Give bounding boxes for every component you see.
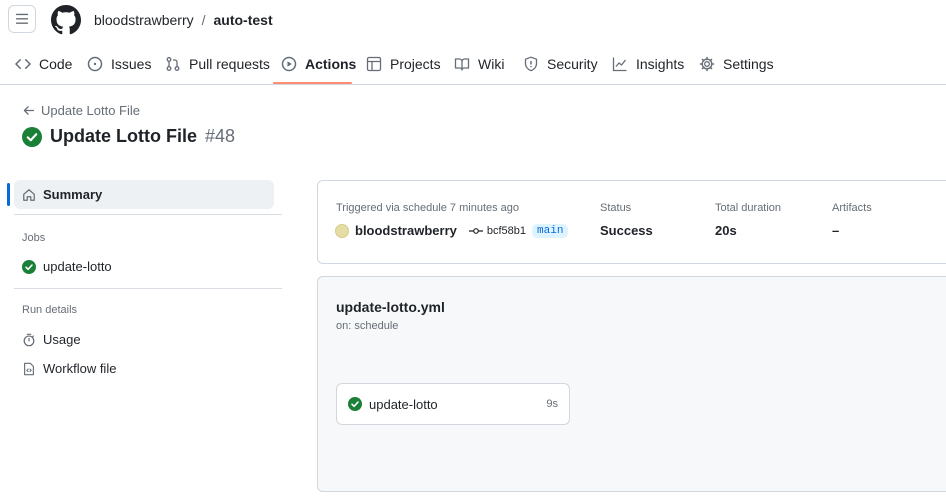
artifacts-label: Artifacts <box>832 202 872 214</box>
status-value: Success <box>600 223 653 238</box>
sidebar-item-update-lotto[interactable]: update-lotto <box>22 259 112 274</box>
avatar[interactable] <box>335 223 349 238</box>
artifacts-value: – <box>832 223 840 238</box>
arrow-left-icon <box>23 106 35 115</box>
tab-settings[interactable]: Settings <box>699 42 774 85</box>
check-circle-fill-icon <box>22 259 36 274</box>
graph-icon <box>612 57 627 71</box>
sidebar-divider <box>14 288 282 289</box>
back-link-label: Update Lotto File <box>41 103 141 118</box>
tab-projects[interactable]: Projects <box>366 42 441 85</box>
tab-wiki[interactable]: Wiki <box>454 42 504 85</box>
sidebar-job-label: update-lotto <box>43 259 112 274</box>
sidebar-workflow-file-label: Workflow file <box>43 361 117 376</box>
tab-insights[interactable]: Insights <box>612 42 684 85</box>
commit-link[interactable]: bcf58b1 <box>468 224 527 237</box>
tab-code-label: Code <box>39 55 73 72</box>
hamburger-icon <box>15 13 29 24</box>
stopwatch-icon <box>23 333 35 346</box>
issue-opened-icon <box>87 56 103 71</box>
check-circle-fill-icon <box>348 397 362 411</box>
sidebar-usage-label: Usage <box>43 332 81 347</box>
tab-projects-label: Projects <box>390 55 441 72</box>
code-icon <box>15 58 31 69</box>
repo-breadcrumb: bloodstrawberry / auto-test <box>94 12 273 28</box>
gear-icon <box>699 56 715 71</box>
trigger-user-link[interactable]: bloodstrawberry <box>355 223 457 238</box>
tab-security[interactable]: Security <box>523 42 598 85</box>
tab-code[interactable]: Code <box>15 42 72 85</box>
workflow-graph-card: update-lotto.yml on: schedule update-lot… <box>317 276 946 492</box>
commit-sha: bcf58b1 <box>486 224 527 237</box>
table-icon <box>366 56 382 71</box>
sidebar-run-details-heading: Run details <box>22 304 78 316</box>
duration-label: Total duration <box>715 202 782 214</box>
check-circle-fill-icon <box>22 126 42 147</box>
repo-nav-tabs: Code Issues Pull requests Actions Projec… <box>0 42 946 85</box>
git-commit-icon <box>468 227 483 234</box>
trigger-text: Triggered via schedule 7 minutes ago <box>336 202 520 214</box>
tab-pull-requests[interactable]: Pull requests <box>165 42 270 85</box>
home-icon <box>23 188 35 201</box>
workflow-file-name: update-lotto.yml <box>336 299 445 315</box>
sidebar-item-summary[interactable]: Summary <box>14 180 274 209</box>
tab-actions-label: Actions <box>305 55 357 72</box>
duration-value[interactable]: 20s <box>715 223 737 238</box>
tab-wiki-label: Wiki <box>478 55 505 72</box>
breadcrumb-separator: / <box>201 12 206 28</box>
tab-security-label: Security <box>547 55 598 72</box>
tab-issues[interactable]: Issues <box>87 42 151 85</box>
shield-icon <box>524 56 538 71</box>
sidebar-summary-label: Summary <box>43 187 103 202</box>
tab-pull-requests-label: Pull requests <box>189 55 270 72</box>
workflow-trigger: on: schedule <box>336 320 399 332</box>
sidebar-item-usage[interactable]: Usage <box>22 332 81 347</box>
job-node-duration: 9s <box>546 398 558 410</box>
tab-issues-label: Issues <box>111 55 152 72</box>
owner-link[interactable]: bloodstrawberry <box>94 12 194 28</box>
top-bar: bloodstrawberry / auto-test <box>0 0 946 42</box>
hamburger-menu-button[interactable] <box>8 5 36 33</box>
run-number: #48 <box>205 126 236 146</box>
tab-actions[interactable]: Actions <box>281 42 356 85</box>
job-node-name: update-lotto <box>369 396 438 412</box>
run-title: Update Lotto File #48 <box>22 126 235 147</box>
git-pull-request-icon <box>166 56 180 71</box>
status-label: Status <box>600 202 632 214</box>
branch-badge[interactable]: main <box>532 223 569 238</box>
sidebar-item-workflow-file[interactable]: Workflow file <box>22 361 116 376</box>
sidebar-jobs-heading: Jobs <box>22 232 46 244</box>
job-node-update-lotto[interactable]: update-lotto 9s <box>336 383 570 425</box>
github-logo-icon[interactable] <box>51 5 81 35</box>
sidebar-divider <box>14 214 282 215</box>
repo-link[interactable]: auto-test <box>214 12 273 28</box>
sidebar-active-marker <box>7 183 10 206</box>
back-to-workflow-link[interactable]: Update Lotto File <box>22 103 140 118</box>
play-icon <box>281 56 297 71</box>
trigger-details: bloodstrawberry bcf58b1 main <box>335 223 569 238</box>
active-tab-underline <box>273 82 352 84</box>
run-summary-card: Triggered via schedule 7 minutes ago blo… <box>317 180 946 264</box>
book-icon <box>454 57 470 71</box>
tab-settings-label: Settings <box>723 55 774 72</box>
tab-insights-label: Insights <box>636 55 685 72</box>
run-title-text: Update Lotto File <box>50 126 197 146</box>
file-code-icon <box>24 362 34 375</box>
